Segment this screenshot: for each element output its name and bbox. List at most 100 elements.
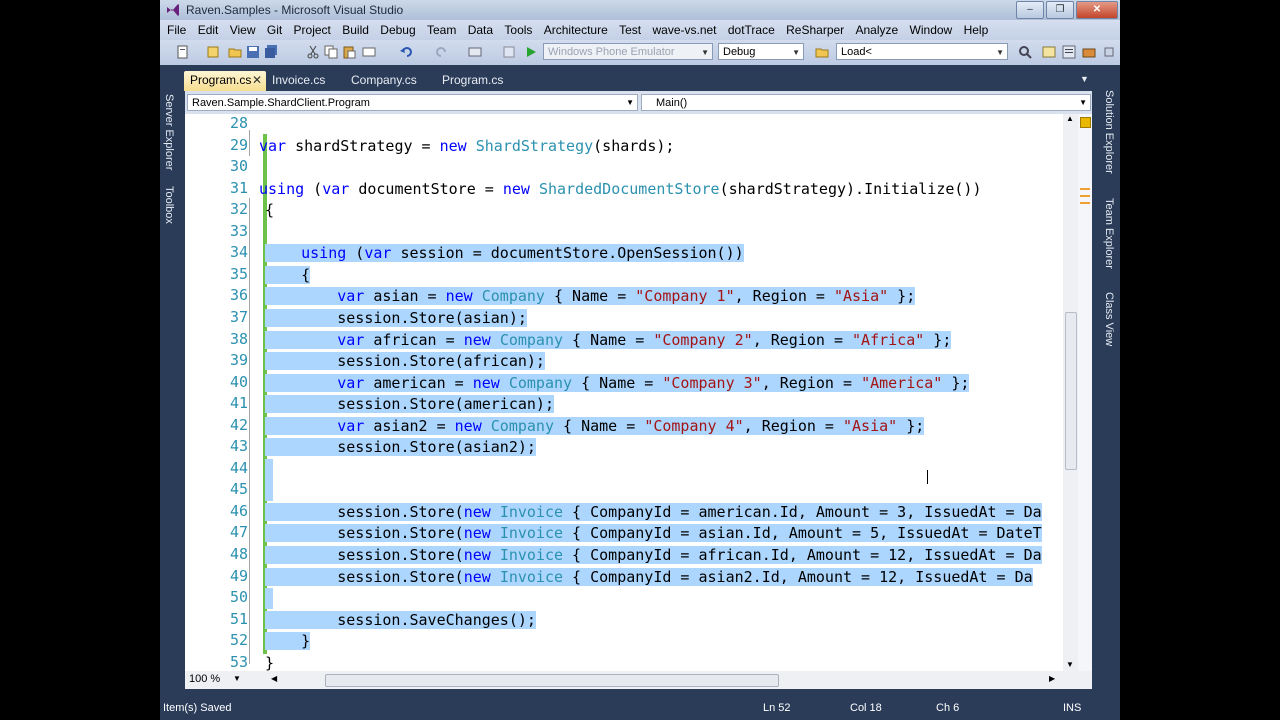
menu-bar: File Edit View Git Project Build Debug T…: [160, 20, 1120, 40]
menu-dottrace[interactable]: dotTrace: [728, 20, 775, 37]
save-all-icon[interactable]: [264, 45, 278, 59]
scroll-left-icon[interactable]: ◀: [271, 674, 277, 683]
server-explorer-tab[interactable]: Server Explorer: [163, 94, 175, 170]
horizontal-scrollbar[interactable]: 100 % ▼ ◀ ▶: [185, 671, 1092, 689]
tab-program-cs-2[interactable]: Program.cs: [436, 71, 526, 91]
menu-git[interactable]: Git: [267, 20, 282, 37]
code-line: session.Store(african);: [265, 352, 545, 371]
start-debugging-icon[interactable]: [524, 45, 538, 59]
tab-overflow-icon[interactable]: ▼: [1080, 74, 1089, 84]
menu-wave-vs[interactable]: wave-vs.net: [652, 20, 716, 37]
menu-view[interactable]: View: [230, 20, 256, 37]
close-button[interactable]: ✕: [1076, 1, 1118, 19]
menu-data[interactable]: Data: [468, 20, 493, 37]
member-combo[interactable]: Main() ▼: [641, 94, 1091, 111]
code-line: session.SaveChanges();: [265, 610, 536, 629]
line-number: 29: [229, 135, 248, 154]
status-line: Ln 52: [763, 702, 791, 714]
menu-window[interactable]: Window: [910, 20, 953, 37]
comment-icon[interactable]: [362, 45, 376, 59]
warning-marker[interactable]: [1080, 202, 1090, 204]
warning-marker[interactable]: [1080, 188, 1090, 190]
menu-debug[interactable]: Debug: [380, 20, 415, 37]
zoom-level[interactable]: 100 %: [189, 673, 220, 685]
menu-test[interactable]: Test: [619, 20, 641, 37]
chevron-down-icon: ▼: [996, 48, 1004, 57]
menu-team[interactable]: Team: [427, 20, 456, 37]
undo-icon[interactable]: [400, 45, 414, 59]
properties-icon[interactable]: [1062, 45, 1076, 59]
code-line: {: [265, 201, 275, 220]
status-char: Ch 6: [936, 702, 960, 714]
scroll-up-icon[interactable]: ▲: [1066, 114, 1074, 123]
title-bar: Raven.Samples - Microsoft Visual Studio …: [160, 0, 1120, 20]
line-number: 48: [229, 545, 248, 563]
open-folder-icon[interactable]: [228, 45, 242, 59]
team-explorer-tab[interactable]: Team Explorer: [1103, 198, 1115, 269]
target-device-combo[interactable]: Windows Phone Emulator ▼: [543, 43, 713, 60]
menu-edit[interactable]: Edit: [198, 20, 219, 37]
solution-explorer-icon[interactable]: [1042, 45, 1056, 59]
scroll-down-icon[interactable]: ▼: [1066, 660, 1074, 669]
type-combo[interactable]: Raven.Sample.ShardClient.Program ▼: [187, 94, 638, 111]
toolbox-icon[interactable]: [1082, 45, 1096, 59]
cut-icon[interactable]: [306, 45, 320, 59]
chevron-down-icon: ▼: [1079, 98, 1087, 107]
tab-invoice-cs[interactable]: Invoice.cs: [266, 71, 346, 91]
chevron-down-icon: ▼: [701, 48, 709, 57]
copy-icon[interactable]: [324, 45, 338, 59]
visual-studio-window: Raven.Samples - Microsoft Visual Studio …: [160, 0, 1120, 720]
tab-company-cs[interactable]: Company.cs: [345, 71, 435, 91]
menu-help[interactable]: Help: [964, 20, 989, 37]
code-line: session.Store(new Invoice { CompanyId = …: [265, 546, 1042, 564]
code-line: var shardStrategy = new ShardStrategy(sh…: [259, 136, 675, 155]
line-number: 34: [229, 243, 248, 262]
find-in-files-button-icon[interactable]: [1018, 45, 1032, 59]
vertical-scrollbar[interactable]: ▲ ▼: [1063, 114, 1078, 671]
find-icon[interactable]: [815, 45, 829, 59]
scroll-right-icon[interactable]: ▶: [1049, 674, 1055, 683]
find-combo[interactable]: Load< ▼: [836, 43, 1008, 60]
code-line: }: [265, 632, 311, 651]
maximize-button[interactable]: ❐: [1046, 1, 1074, 19]
menu-analyze[interactable]: Analyze: [856, 20, 899, 37]
code-line: using (var documentStore = new ShardedDo…: [259, 179, 982, 198]
vertical-scroll-thumb[interactable]: [1065, 312, 1077, 470]
zoom-dropdown-icon[interactable]: ▼: [233, 674, 241, 683]
line-number: 28: [229, 114, 248, 132]
line-number: 46: [229, 501, 248, 520]
add-item-icon[interactable]: [206, 45, 220, 59]
solution-explorer-tab[interactable]: Solution Explorer: [1103, 90, 1115, 174]
close-tab-icon[interactable]: ✕: [252, 71, 262, 90]
class-view-tab[interactable]: Class View: [1103, 292, 1115, 346]
document-tabs: Program.cs ✕ Invoice.cs Company.cs Progra…: [160, 65, 1100, 91]
line-number-gutter: 28 29 30 31 32 33 34 35 36 37 38 39 40 41 42 43 44 45 46 47…: [185, 114, 258, 671]
menu-tools[interactable]: Tools: [504, 20, 532, 37]
menu-build[interactable]: Build: [342, 20, 369, 37]
options-icon[interactable]: [1102, 45, 1116, 59]
tab-program-cs[interactable]: Program.cs ✕: [184, 71, 266, 91]
menu-architecture[interactable]: Architecture: [544, 20, 608, 37]
navigate-backward-icon[interactable]: [468, 45, 482, 59]
code-line: }: [265, 653, 275, 671]
line-number: 53: [229, 652, 248, 671]
status-marker-icon[interactable]: [1080, 117, 1091, 128]
warning-marker[interactable]: [1080, 195, 1090, 197]
solution-configuration-combo[interactable]: Debug ▼: [718, 43, 804, 60]
horizontal-scroll-thumb[interactable]: [325, 674, 779, 687]
menu-project[interactable]: Project: [294, 20, 331, 37]
line-number: 39: [229, 351, 248, 370]
code-editor[interactable]: 28 29 30 31 32 33 34 35 36 37 38 39 40 41 42 43 44 45 46 47…: [185, 114, 1063, 671]
save-icon[interactable]: [246, 45, 260, 59]
minimize-button[interactable]: –: [1016, 1, 1044, 19]
new-project-icon[interactable]: [176, 45, 190, 59]
line-number: 50: [229, 588, 248, 607]
toolbox-tab[interactable]: Toolbox: [163, 186, 175, 224]
paste-icon[interactable]: [342, 45, 356, 59]
line-number: 42: [229, 415, 248, 434]
status-message: Item(s) Saved: [163, 702, 232, 714]
redo-icon[interactable]: [434, 45, 448, 59]
menu-file[interactable]: File: [167, 20, 186, 37]
menu-resharper[interactable]: ReSharper: [786, 20, 844, 37]
find-in-files-icon[interactable]: [502, 45, 516, 59]
